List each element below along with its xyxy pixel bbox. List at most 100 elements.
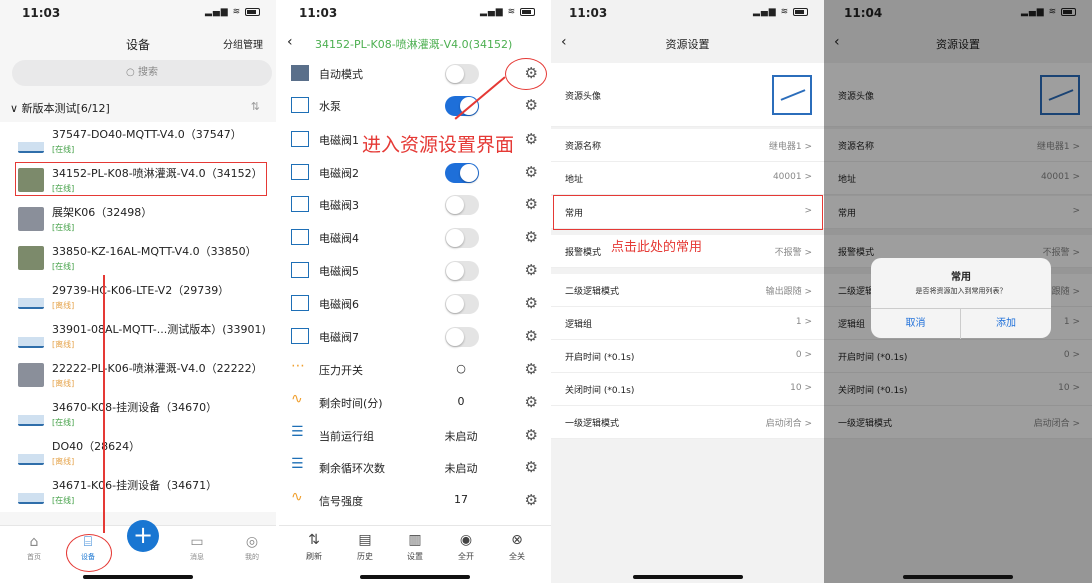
toggle-switch[interactable] [445, 327, 479, 347]
battery-icon [520, 7, 535, 16]
search-input[interactable]: ○ 搜索 [12, 60, 272, 86]
tab-messages[interactable]: ▭ 消息 [177, 534, 217, 562]
dialog-buttons: 取消 添加 [871, 308, 1051, 339]
device-row[interactable]: 33901-08AL-MQTT-...测试版本）(33901) [离线] [0, 317, 276, 356]
device-row[interactable]: 展架K06（32498） [在线] [0, 200, 276, 239]
history-icon: ▤ [358, 532, 372, 548]
resource-settings-screen: 11:03 ▂▄▆ ≋ ‹ 资源设置 资源头像 资源名称 继电器1 > 地址 400… [551, 0, 824, 583]
close-circle-icon: ⊗ [511, 532, 523, 548]
list-icon: ☰ [291, 424, 304, 440]
device-status: [在线] [52, 496, 75, 505]
back-icon[interactable]: ‹ [287, 34, 293, 50]
history-button[interactable]: ▤ 历史 [345, 532, 385, 562]
toggle-switch[interactable] [445, 163, 479, 183]
gear-icon[interactable]: ⚙ [525, 393, 538, 411]
gear-icon[interactable]: ⚙ [525, 491, 538, 509]
device-row[interactable]: 37547-DO40-MQTT-V4.0（37547） [在线] [0, 122, 276, 161]
setting-logic2[interactable]: 二级逻辑模式 输出跟随 > [551, 274, 824, 307]
gear-icon[interactable]: ⚙ [525, 130, 538, 148]
gear-icon[interactable]: ⚙ [525, 163, 538, 181]
device-name: 展架K06（32498） [52, 206, 153, 219]
toggle-switch[interactable] [445, 228, 479, 248]
tab-profile[interactable]: ◎ 我的 [232, 534, 272, 562]
toggle-switch[interactable] [445, 261, 479, 281]
gear-icon[interactable]: ⚙ [525, 458, 538, 476]
tab-home[interactable]: ⌂ 首页 [14, 534, 54, 562]
page-title: 资源设置 [665, 38, 710, 51]
all-off-button[interactable]: ⊗ 全关 [497, 532, 537, 562]
device-list-screen: 11:03 ▂▄▆ ≋ 设备 分组管理 ○ 搜索 ∨ 新版本测试[6/12] ⇅… [0, 0, 276, 583]
device-row[interactable]: 34671-K06-挂测设备（34671） [在线] [0, 473, 276, 512]
toggle-switch[interactable] [445, 64, 479, 84]
device-status: [离线] [52, 301, 75, 310]
setting-key: 逻辑组 [565, 320, 593, 330]
device-name: 34670-K08-挂测设备（34670） [52, 401, 218, 414]
gear-icon[interactable]: ⚙ [525, 228, 538, 246]
setting-value: 输出跟随 > [765, 287, 812, 297]
setting-avatar[interactable]: 资源头像 [551, 63, 824, 127]
setting-key: 资源名称 [565, 142, 602, 152]
gear-icon[interactable]: ⚙ [525, 294, 538, 312]
device-name: 37547-DO40-MQTT-V4.0（37547） [52, 128, 242, 141]
setting-close-time[interactable]: 关闭时间 (*0.1s) 10 > [551, 373, 824, 406]
device-row[interactable]: DO40（28624） [离线] [0, 434, 276, 473]
setting-address[interactable]: 地址 40001 > [551, 162, 824, 195]
setting-key: 报警模式 [565, 248, 602, 258]
group-manage-button[interactable]: 分组管理 [223, 36, 263, 51]
resource-settings-dialog-screen: 11:04 ▂▄▆ ≋ ‹ 资源设置 资源头像 资源名称 继电器1 > 地址 400… [824, 0, 1092, 583]
toggle-switch[interactable] [445, 195, 479, 215]
status-bar: 11:03 ▂▄▆ ≋ [551, 0, 824, 26]
setting-name[interactable]: 资源名称 继电器1 > [551, 129, 824, 162]
device-row[interactable]: 33850-KZ-16AL-MQTT-V4.0（33850） [在线] [0, 239, 276, 278]
search-placeholder: 搜索 [137, 67, 158, 78]
row-label: 水泵 [319, 100, 341, 113]
row-label: 电磁阀3 [319, 199, 359, 212]
gear-icon[interactable]: ⚙ [525, 261, 538, 279]
device-row[interactable]: 22222-PL-K06-喷淋灌溉-V4.0（22222） [离线] [0, 356, 276, 395]
row-value: 未启动 [444, 430, 478, 443]
group-header[interactable]: ∨ 新版本测试[6/12] ⇅ [10, 100, 266, 116]
add-button[interactable]: + [127, 520, 159, 552]
gear-icon[interactable]: ⚙ [525, 96, 538, 114]
all-on-button[interactable]: ◉ 全开 [446, 532, 486, 562]
refresh-button[interactable]: ⇅ 刷新 [294, 532, 334, 562]
setting-logic1[interactable]: 一级逻辑模式 启动闭合 > [551, 406, 824, 439]
sort-icon[interactable]: ⇅ [251, 100, 260, 113]
device-row[interactable]: 29739-HC-K06-LTE-V2（29739） [离线] [0, 278, 276, 317]
gear-icon[interactable]: ⚙ [525, 195, 538, 213]
gear-icon[interactable]: ⚙ [525, 327, 538, 345]
cancel-button[interactable]: 取消 [871, 309, 961, 339]
action-label: 设置 [407, 552, 423, 561]
control-row-signal: ∿ 信号强度 17 ⚙ [279, 485, 551, 517]
relay-icon [291, 229, 309, 245]
device-name: 34671-K06-挂测设备（34671） [52, 479, 218, 492]
control-row-valve2: 电磁阀2 ⚙ [279, 157, 551, 189]
row-label: 剩余循环次数 [319, 462, 385, 475]
highlight-gear [505, 58, 547, 90]
row-label: 剩余时间(分) [319, 397, 383, 410]
setting-value: 40001 > [772, 172, 812, 182]
action-label: 全开 [458, 552, 474, 561]
back-icon[interactable]: ‹ [561, 34, 567, 50]
action-label: 历史 [357, 552, 373, 561]
setting-open-time[interactable]: 开启时间 (*0.1s) 0 > [551, 340, 824, 373]
nav-header: ‹ 资源设置 [551, 34, 824, 52]
toggle-switch[interactable] [445, 294, 479, 314]
add-button[interactable]: 添加 [961, 309, 1051, 339]
settings-button[interactable]: ▥ 设置 [395, 532, 435, 562]
home-indicator [903, 575, 1013, 579]
setting-key: 一级逻辑模式 [565, 419, 620, 429]
gear-icon[interactable]: ⚙ [525, 360, 538, 378]
setting-logic-group[interactable]: 逻辑组 1 > [551, 307, 824, 340]
gear-icon[interactable]: ⚙ [525, 426, 538, 444]
row-label: 电磁阀7 [319, 331, 359, 344]
relay-icon [291, 97, 309, 113]
relay-icon [291, 196, 309, 212]
control-row-group: ☰ 当前运行组 未启动 ⚙ [279, 420, 551, 452]
highlight-devices-tab [66, 534, 112, 572]
search-icon: ○ [126, 67, 138, 78]
battery-icon [793, 7, 808, 16]
device-title: 34152-PL-K08-喷淋灌溉-V4.0(34152) [315, 38, 513, 51]
user-icon: ◎ [245, 534, 259, 550]
device-row[interactable]: 34670-K08-挂测设备（34670） [在线] [0, 395, 276, 434]
